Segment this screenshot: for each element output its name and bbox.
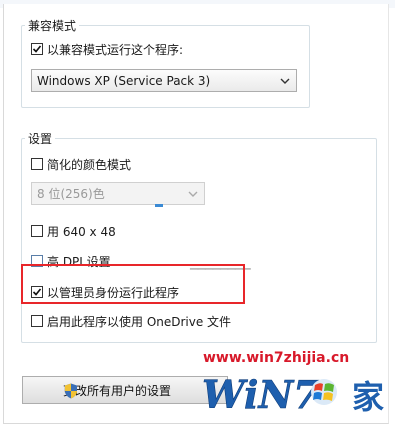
cursor-artifact [155, 204, 163, 207]
resolution-row[interactable]: 用 640 x 48 [31, 223, 116, 239]
win7-home-logo: WiN7 家 [202, 372, 384, 418]
chevron-down-icon [188, 191, 198, 197]
onedrive-checkbox[interactable] [31, 315, 43, 327]
resolution-checkbox[interactable] [31, 225, 43, 237]
compat-mode-group [21, 25, 310, 108]
change-all-users-settings-button[interactable]: 更改所有用户的设置 [22, 376, 228, 404]
uac-shield-icon [65, 383, 77, 399]
reduced-color-checkbox[interactable] [31, 158, 43, 170]
change-all-users-settings-label: 更改所有用户的设置 [63, 383, 172, 398]
watermark-url: www.win7zhijia.cn [203, 350, 350, 366]
onedrive-label: 启用此程序以使用 OneDrive 文件 [47, 314, 232, 329]
onedrive-row[interactable]: 启用此程序以使用 OneDrive 文件 [31, 313, 231, 329]
logo-suffix: 家 [352, 378, 384, 416]
run-as-admin-highlight-box [21, 264, 245, 304]
chevron-down-icon [280, 78, 290, 84]
compat-mode-checkbox-label: 以兼容模式运行这个程序: [47, 42, 184, 57]
reduced-color-row[interactable]: 简化的颜色模式 [31, 156, 131, 172]
os-version-select[interactable]: Windows XP (Service Pack 3) [31, 69, 297, 92]
checkmark-icon [32, 45, 42, 53]
color-depth-select[interactable]: 8 位(256)色 [31, 182, 205, 205]
windows-flag-icon [311, 379, 337, 405]
compat-mode-group-title: 兼容模式 [25, 17, 80, 34]
logo-text: WiN7 [202, 372, 320, 417]
reduced-color-label: 简化的颜色模式 [47, 157, 132, 172]
resolution-label: 用 640 x 48 [47, 224, 116, 239]
settings-group-title: 设置 [25, 130, 56, 147]
color-depth-select-value: 8 位(256)色 [37, 187, 105, 201]
compat-mode-checkbox[interactable] [31, 43, 43, 55]
os-version-select-value: Windows XP (Service Pack 3) [37, 73, 211, 88]
compat-mode-checkbox-row[interactable]: 以兼容模式运行这个程序: [31, 41, 183, 57]
